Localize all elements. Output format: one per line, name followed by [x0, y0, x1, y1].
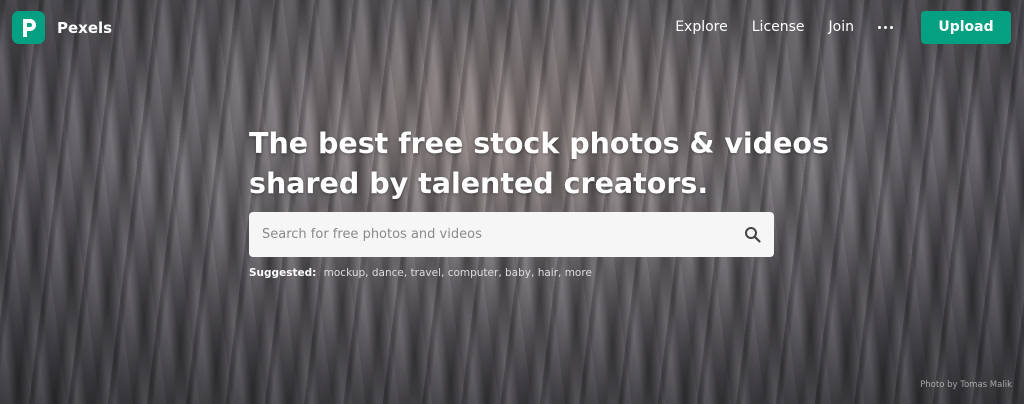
- suggested-tag-travel[interactable]: travel: [411, 267, 441, 279]
- suggested-tag-more[interactable]: more: [565, 267, 592, 279]
- search-input[interactable]: [262, 212, 722, 257]
- pexels-logo[interactable]: Pexels: [12, 11, 112, 44]
- suggested-tag-dance[interactable]: dance: [372, 267, 404, 279]
- suggested-searches: Suggested: mockup, dance, travel, comput…: [249, 267, 592, 279]
- hero-headline: The best free stock photos & videos shar…: [249, 124, 829, 204]
- headline-line-1: The best free stock photos & videos: [249, 127, 829, 160]
- suggested-tag-mockup[interactable]: mockup: [324, 267, 366, 279]
- brand-name: Pexels: [57, 18, 113, 37]
- nav-join[interactable]: Join: [829, 19, 854, 35]
- more-horizontal-icon[interactable]: [878, 25, 893, 29]
- suggested-tag-computer[interactable]: computer: [448, 267, 499, 279]
- suggested-tag-baby[interactable]: baby: [505, 267, 531, 279]
- upload-button[interactable]: Upload: [921, 10, 1011, 44]
- photo-credit[interactable]: Photo by Tomas Malik: [920, 380, 1012, 390]
- headline-line-2: shared by talented creators.: [249, 167, 709, 200]
- suggested-label: Suggested:: [249, 267, 317, 279]
- nav-explore[interactable]: Explore: [675, 19, 728, 35]
- search-icon[interactable]: [744, 226, 761, 243]
- suggested-tag-hair[interactable]: hair: [538, 267, 558, 279]
- pexels-logo-icon: [12, 11, 45, 44]
- nav-license[interactable]: License: [752, 19, 805, 35]
- top-navbar: Pexels Explore License Join Upload: [0, 0, 1024, 54]
- nav-links: Explore License Join Upload: [675, 0, 1024, 54]
- search-bar: [249, 212, 774, 257]
